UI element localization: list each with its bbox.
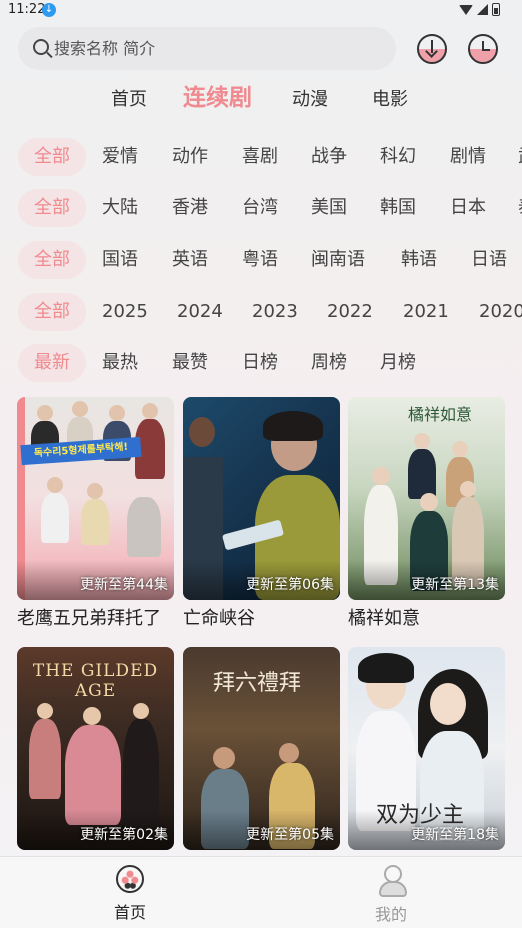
language-filter-row: 全部 国语 英语 粤语 闽南语 韩语 日语: [0, 241, 522, 281]
status-icons: [459, 3, 500, 16]
poster-image[interactable]: 更新至第06集: [183, 397, 340, 600]
chip-language[interactable]: 英语: [172, 241, 208, 279]
chip-genre[interactable]: 武: [518, 138, 522, 176]
chip-language[interactable]: 粤语: [242, 241, 278, 279]
chip-region-all[interactable]: 全部: [18, 189, 86, 227]
chip-genre[interactable]: 动作: [172, 138, 208, 176]
wifi-icon: [459, 4, 473, 15]
tab-home[interactable]: 首页: [111, 85, 147, 115]
status-time: 11:22: [8, 2, 46, 17]
chip-region[interactable]: 日本: [450, 189, 486, 227]
chip-sort[interactable]: 最赞: [172, 344, 208, 382]
download-icon[interactable]: [417, 34, 447, 64]
chip-year[interactable]: 2023: [252, 293, 298, 331]
chip-genre[interactable]: 剧情: [450, 138, 486, 176]
chip-genre[interactable]: 科幻: [380, 138, 416, 176]
tab-series[interactable]: 连续剧: [183, 83, 252, 113]
chip-genre[interactable]: 喜剧: [242, 138, 278, 176]
search-icon: [33, 39, 49, 55]
episode-badge: 更新至第44集: [80, 577, 168, 593]
chip-sort[interactable]: 周榜: [311, 344, 347, 382]
chip-region[interactable]: 香港: [172, 189, 208, 227]
chip-sort[interactable]: 日榜: [242, 344, 278, 382]
episode-badge: 更新至第02集: [80, 827, 168, 843]
chip-genre[interactable]: 战争: [311, 138, 347, 176]
chip-genre-all[interactable]: 全部: [18, 138, 86, 176]
signal-icon: [477, 4, 488, 15]
poster-title-text: 橘祥如意: [408, 405, 473, 424]
history-icon[interactable]: [468, 34, 498, 64]
chip-language[interactable]: 国语: [102, 241, 138, 279]
genre-filter-row: 全部 爱情 动作 喜剧 战争 科幻 剧情 武: [0, 138, 522, 178]
bottom-nav: 首页 我的: [0, 856, 522, 928]
chip-year[interactable]: 2024: [177, 293, 223, 331]
profile-icon: [378, 865, 407, 897]
episode-badge: 更新至第18集: [411, 827, 499, 843]
chip-language[interactable]: 韩语: [401, 241, 437, 279]
search-bar[interactable]: [18, 27, 396, 70]
episode-badge: 更新至第06集: [246, 577, 334, 593]
tab-anime[interactable]: 动漫: [292, 85, 328, 115]
episode-badge: 更新至第13集: [411, 577, 499, 593]
nav-home[interactable]: 首页: [90, 865, 170, 923]
download-notification-icon: ↓: [42, 3, 56, 17]
chip-language[interactable]: 日语: [471, 241, 507, 279]
region-filter-row: 全部 大陆 香港 台湾 美国 韩国 日本 泰: [0, 189, 522, 229]
poster-image[interactable]: 拜六禮拜 更新至第05集: [183, 647, 340, 850]
chip-region[interactable]: 泰: [518, 189, 522, 227]
chip-region[interactable]: 韩国: [380, 189, 416, 227]
video-card[interactable]: 拜六禮拜 更新至第05集: [183, 647, 340, 850]
chip-sort-latest[interactable]: 最新: [18, 344, 86, 382]
chip-year[interactable]: 2021: [403, 293, 449, 331]
chip-genre[interactable]: 爱情: [102, 138, 138, 176]
chip-language[interactable]: 闽南语: [311, 241, 365, 279]
poster-title-text: 拜六禮拜: [213, 671, 302, 696]
video-card[interactable]: 双为少主 更新至第18集: [348, 647, 505, 850]
chip-year[interactable]: 2022: [327, 293, 373, 331]
chip-year[interactable]: 2025: [102, 293, 148, 331]
video-card[interactable]: 橘祥如意 更新至第13集 橘祥如意: [348, 397, 505, 630]
poster-image[interactable]: 독수리5형제를부탁해! 更新至第44集: [17, 397, 174, 600]
nav-mine[interactable]: 我的: [351, 865, 431, 925]
poster-image[interactable]: THE GILDED AGE 更新至第02集: [17, 647, 174, 850]
tab-movie[interactable]: 电影: [372, 85, 408, 115]
nav-mine-label: 我的: [374, 905, 407, 924]
poster-image[interactable]: 双为少主 更新至第18集: [348, 647, 505, 850]
card-title[interactable]: 橘祥如意: [348, 604, 505, 630]
card-title[interactable]: 亡命峡谷: [183, 604, 340, 630]
sort-filter-row: 最新 最热 最赞 日榜 周榜 月榜: [0, 344, 522, 384]
chip-year[interactable]: 2020: [479, 293, 522, 331]
year-filter-row: 全部 2025 2024 2023 2022 2021 2020: [0, 293, 522, 333]
poster-image[interactable]: 橘祥如意 更新至第13集: [348, 397, 505, 600]
chip-region[interactable]: 美国: [311, 189, 347, 227]
chip-region[interactable]: 大陆: [102, 189, 138, 227]
video-card[interactable]: THE GILDED AGE 更新至第02集: [17, 647, 174, 850]
status-bar: 11:22 ↓: [0, 0, 522, 22]
search-input[interactable]: [54, 27, 384, 70]
battery-icon: [492, 3, 500, 16]
card-title[interactable]: 老鹰五兄弟拜托了: [17, 604, 174, 630]
chip-region[interactable]: 台湾: [242, 189, 278, 227]
poster-title-text: THE GILDED AGE: [32, 661, 159, 701]
chip-year-all[interactable]: 全部: [18, 293, 86, 331]
nav-home-label: 首页: [113, 903, 146, 922]
episode-badge: 更新至第05集: [246, 827, 334, 843]
video-card[interactable]: 독수리5형제를부탁해! 更新至第44集 老鹰五兄弟拜托了: [17, 397, 174, 630]
chip-language-all[interactable]: 全部: [18, 241, 86, 279]
video-card[interactable]: 更新至第06集 亡命峡谷: [183, 397, 340, 630]
chip-sort[interactable]: 月榜: [380, 344, 416, 382]
film-reel-icon: [116, 865, 144, 893]
chip-sort[interactable]: 最热: [102, 344, 138, 382]
